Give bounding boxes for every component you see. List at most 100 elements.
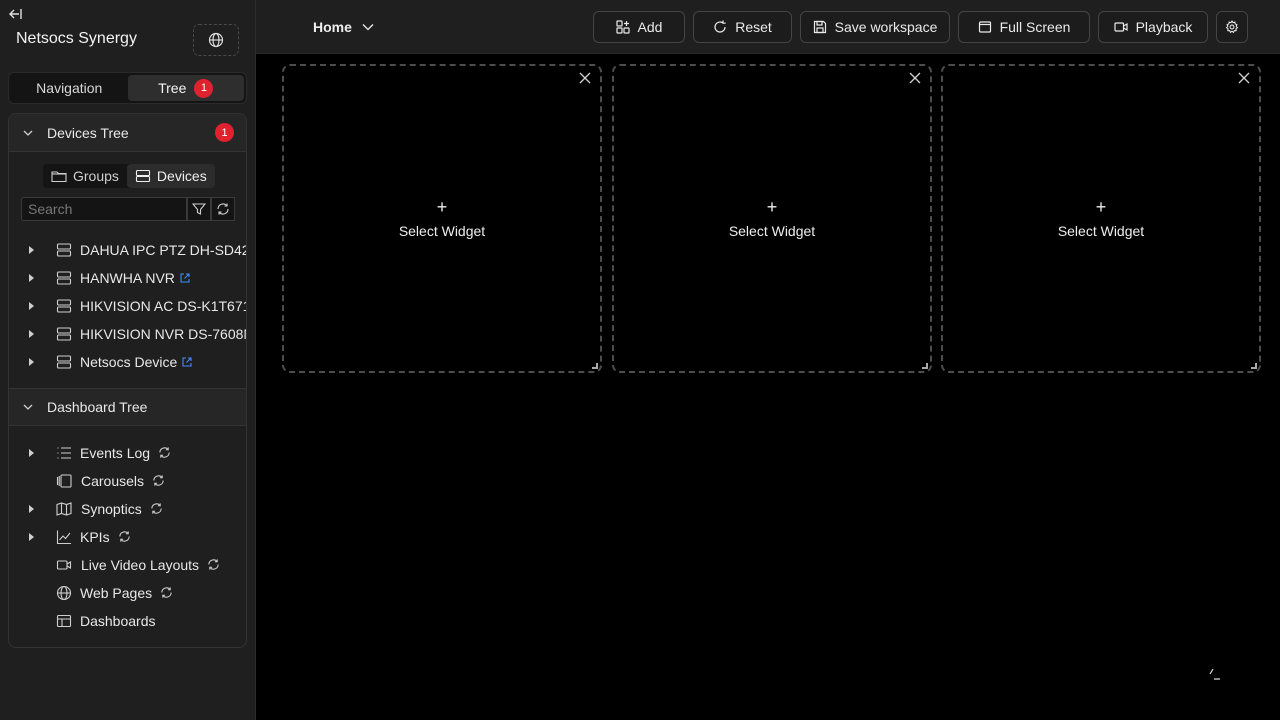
dashboard-item[interactable]: Dashboards — [9, 607, 246, 635]
globe-icon — [208, 32, 224, 48]
save-icon — [813, 20, 826, 34]
select-widget-label[interactable]: Select Widget — [284, 223, 600, 239]
device-item[interactable]: HIKVISION NVR DS-7608NI — [9, 320, 247, 348]
chevron-down-icon — [23, 130, 33, 136]
sync-icon[interactable] — [160, 586, 173, 599]
select-widget-label[interactable]: Select Widget — [943, 223, 1259, 239]
dashboard-tree-header[interactable]: Dashboard Tree — [9, 388, 246, 426]
plus-icon[interactable]: + — [614, 198, 930, 216]
filter-icon — [192, 203, 206, 215]
device-item[interactable]: HANWHA NVR — [9, 264, 246, 292]
dashboard-tree-title: Dashboard Tree — [47, 399, 148, 415]
reset-button[interactable]: Reset — [693, 11, 792, 43]
expand-caret-icon[interactable] — [29, 274, 34, 282]
map-icon — [56, 502, 72, 516]
filter-button[interactable] — [187, 197, 211, 221]
select-widget-label[interactable]: Select Widget — [614, 223, 930, 239]
dashboard-label: Carousels — [81, 473, 145, 489]
expand-caret-icon[interactable] — [29, 533, 34, 541]
close-icon[interactable] — [1237, 71, 1251, 85]
widget-slot[interactable]: + Select Widget — [282, 64, 602, 373]
device-item[interactable]: Netsocs Device — [9, 348, 246, 376]
device-item[interactable]: DAHUA IPC PTZ DH-SD422 — [9, 236, 247, 264]
workspace-select[interactable]: Home — [313, 19, 374, 35]
device-search — [21, 197, 235, 221]
external-link-icon[interactable] — [179, 272, 191, 284]
dashboard-item[interactable]: Web Pages — [9, 579, 246, 607]
expand-caret-icon[interactable] — [29, 505, 34, 513]
sync-icon[interactable] — [207, 558, 220, 571]
pen-icon[interactable] — [1207, 666, 1221, 680]
table-icon — [56, 614, 72, 628]
toggle-devices[interactable]: Devices — [126, 164, 215, 188]
device-label: Netsocs Device — [80, 354, 178, 370]
resize-handle[interactable] — [922, 363, 928, 369]
tab-navigation[interactable]: Navigation — [11, 75, 128, 101]
server-icon — [56, 243, 72, 257]
playback-button[interactable]: Playback — [1098, 11, 1208, 43]
device-label: HIKVISION NVR DS-7608NI — [80, 326, 247, 342]
video-icon — [1113, 22, 1128, 32]
dashboard-label-wrap: Synoptics — [81, 501, 163, 517]
external-link-icon[interactable] — [181, 356, 193, 368]
plus-icon[interactable]: + — [943, 198, 1259, 216]
toggle-groups[interactable]: Groups — [43, 164, 127, 188]
fullscreen-icon — [978, 21, 991, 33]
add-button[interactable]: Add — [593, 11, 685, 43]
server-icon — [56, 355, 72, 369]
tab-tree-badge: 1 — [194, 78, 214, 98]
sidebar: Netsocs Synergy Navigation Tree 1 Device… — [0, 0, 256, 720]
full-screen-button[interactable]: Full Screen — [958, 11, 1090, 43]
settings-button[interactable] — [1216, 11, 1248, 43]
expand-caret-icon[interactable] — [29, 302, 34, 310]
tab-tree[interactable]: Tree 1 — [127, 75, 244, 101]
sync-icon[interactable] — [152, 474, 165, 487]
dashboard-label: Synoptics — [81, 501, 142, 517]
save-workspace-button[interactable]: Save workspace — [800, 11, 950, 43]
server-icon — [56, 271, 72, 285]
sync-icon[interactable] — [150, 502, 163, 515]
app-title: Netsocs Synergy — [16, 30, 137, 47]
grid-add-icon — [615, 20, 630, 34]
dashboard-item[interactable]: Events Log — [9, 439, 246, 467]
save-workspace-label: Save workspace — [834, 19, 938, 35]
chevron-down-icon — [362, 24, 374, 31]
close-icon[interactable] — [908, 71, 922, 85]
dashboard-label: KPIs — [80, 529, 110, 545]
device-label: DAHUA IPC PTZ DH-SD422 — [80, 242, 247, 258]
resize-handle[interactable] — [1251, 363, 1257, 369]
refresh-button[interactable] — [211, 197, 235, 221]
refresh-icon — [217, 203, 229, 215]
expand-caret-icon[interactable] — [29, 330, 34, 338]
toggle-groups-label: Groups — [73, 168, 119, 184]
device-item[interactable]: HIKVISION AC DS-K1T671M — [9, 292, 246, 320]
top-toolbar: Home Add Reset Save workspace Full Scree… — [256, 0, 1280, 54]
expand-caret-icon[interactable] — [29, 358, 34, 366]
widget-slot[interactable]: + Select Widget — [941, 64, 1261, 373]
dashboard-item[interactable]: Synoptics — [9, 495, 246, 523]
language-button[interactable] — [193, 24, 239, 56]
device-label: HANWHA NVR — [80, 270, 175, 286]
dashboard-item[interactable]: Carousels — [9, 467, 246, 495]
device-label-wrap: Netsocs Device — [80, 354, 193, 370]
dashboard-label: Live Video Layouts — [81, 557, 200, 573]
workspace-label: Home — [313, 19, 352, 35]
dashboard-label-wrap: Web Pages — [80, 585, 173, 601]
collapse-sidebar-icon[interactable] — [6, 5, 24, 23]
search-input[interactable] — [21, 197, 187, 221]
resize-handle[interactable] — [592, 363, 598, 369]
dashboard-item[interactable]: KPIs — [9, 523, 246, 551]
widget-slot[interactable]: + Select Widget — [612, 64, 932, 373]
plus-icon[interactable]: + — [284, 198, 600, 216]
expand-caret-icon[interactable] — [29, 246, 34, 254]
close-icon[interactable] — [578, 71, 592, 85]
gear-icon — [1225, 20, 1239, 34]
devices-tree-header[interactable]: Devices Tree 1 — [9, 114, 246, 152]
expand-caret-icon[interactable] — [29, 449, 34, 457]
dashboard-label: Events Log — [80, 445, 151, 461]
sync-icon[interactable] — [158, 446, 171, 459]
dashboard-tree-section: Dashboard Tree — [9, 388, 246, 426]
dashboard-label-wrap: KPIs — [80, 529, 131, 545]
dashboard-item[interactable]: Live Video Layouts — [9, 551, 246, 579]
sync-icon[interactable] — [118, 530, 131, 543]
